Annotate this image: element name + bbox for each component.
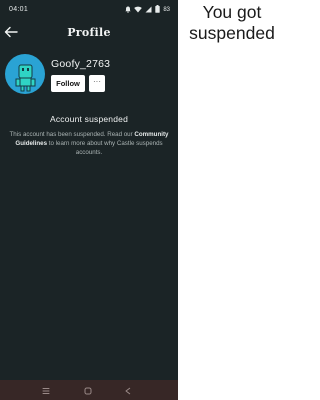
phone-screen: 04:01 83 Profile Goofy_2763 Follow ··· A… bbox=[0, 0, 178, 400]
system-nav-bar bbox=[0, 380, 178, 400]
caption-text: You got suspended bbox=[189, 2, 275, 43]
suspended-message-suffix: to learn more about why Castle suspends … bbox=[48, 140, 163, 156]
status-bar: 04:01 83 bbox=[0, 0, 178, 18]
home-icon[interactable] bbox=[82, 384, 94, 396]
status-time: 04:01 bbox=[9, 6, 29, 13]
battery-icon bbox=[155, 5, 161, 15]
status-icons: 83 bbox=[125, 5, 170, 15]
page-title: Profile bbox=[67, 26, 111, 39]
more-options-button[interactable]: ··· bbox=[89, 75, 105, 92]
signal-icon bbox=[145, 6, 152, 15]
suspended-title: Account suspended bbox=[49, 114, 129, 124]
suspended-message: This account has been suspended. Read ou… bbox=[8, 130, 170, 157]
battery-level: 83 bbox=[163, 7, 170, 13]
menu-icon[interactable] bbox=[40, 384, 52, 396]
bell-icon bbox=[125, 6, 132, 15]
suspended-message-prefix: This account has been suspended. Read ou… bbox=[9, 131, 133, 138]
follow-button[interactable]: Follow bbox=[51, 75, 85, 92]
avatar-figure-icon bbox=[15, 64, 36, 92]
wifi-icon bbox=[134, 6, 143, 15]
top-bar: Profile bbox=[0, 20, 178, 48]
avatar[interactable] bbox=[5, 54, 45, 94]
back-nav-icon[interactable] bbox=[122, 384, 134, 396]
username: Goofy_2763 bbox=[51, 58, 111, 70]
